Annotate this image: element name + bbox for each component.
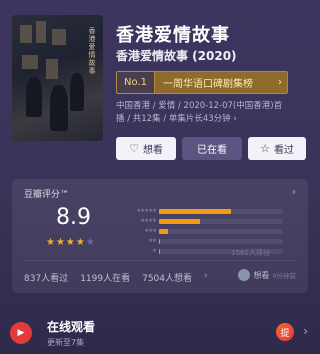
chevron-right-icon: ›: [278, 72, 287, 93]
divider: [24, 260, 296, 261]
rating-heading: 豆瓣评分™: [24, 190, 70, 200]
bar-fill: [159, 238, 161, 244]
bar-track: [159, 208, 283, 214]
rating-bar-row: ★★★: [124, 227, 283, 235]
watching-label: 已在看: [197, 145, 227, 156]
star-outline-icon: ☆: [260, 142, 270, 155]
watching-button[interactable]: 已在看: [182, 137, 242, 160]
want-to-watch-button[interactable]: ♡ 想看: [116, 137, 176, 160]
avatar: [238, 269, 251, 281]
heart-plus-icon: ♡: [129, 142, 139, 155]
rating-card[interactable]: 豆瓣评分™ › 8.9 ★★★★★ ★★★★★ ★★★★ ★★★ ★★ ★ 1561人评…: [12, 179, 308, 293]
bar-stars-label: ★★: [148, 238, 157, 244]
page-title: 香港爱情故事: [116, 25, 230, 46]
rank-number: No.1: [117, 72, 155, 93]
watched-count: 837人看过: [24, 274, 69, 284]
bar-stars-label: ★★★: [144, 228, 157, 234]
play-icon[interactable]: ▶: [10, 322, 32, 344]
friend-time: 9分钟前: [272, 272, 296, 280]
rating-stars: ★★★★★: [46, 237, 96, 248]
friend-action: 想看: [253, 270, 270, 280]
chevron-right-icon: ›: [204, 271, 208, 281]
rating-bar-row: ★★★★: [124, 217, 283, 225]
meta-line: 播 / 共12集 / 单集片长43分钟: [116, 114, 231, 124]
bar-stars-label: ★: [152, 248, 157, 254]
bar-stars-label: ★★★★★: [136, 208, 157, 214]
rating-count: 1561人评分: [231, 249, 270, 257]
bar-fill: [159, 218, 200, 224]
original-title: 香港爱情故事 (2020): [116, 49, 237, 63]
poster-title-text: 香港爱情故事: [88, 27, 96, 75]
rating-bar-row: ★★★★★: [124, 207, 283, 215]
friend-activity[interactable]: 想看 9分钟前: [238, 269, 296, 281]
audience-stats[interactable]: 837人看过 1199人在看 7504人想看 ›: [24, 271, 208, 284]
poster-image[interactable]: 香港爱情故事: [12, 15, 103, 141]
chevron-right-icon[interactable]: ›: [303, 324, 308, 338]
want-count: 7504人想看: [142, 274, 192, 284]
bar-track: [159, 238, 283, 244]
bar-stars-label: ★★★★: [140, 218, 157, 224]
watched-button[interactable]: ☆ 看过: [248, 137, 306, 160]
provider-logo-icon[interactable]: 提: [276, 323, 294, 341]
watching-count: 1199人在看: [80, 274, 131, 284]
rating-score: 8.9: [56, 205, 91, 230]
action-buttons: ♡ 想看 已在看 ☆ 看过: [116, 137, 306, 160]
chevron-right-icon[interactable]: ›: [292, 185, 296, 198]
ranking-badge[interactable]: No.1 一周华语口碑剧集榜 ›: [116, 71, 288, 94]
watched-label: 看过: [273, 145, 294, 156]
meta-info[interactable]: 中国香港 / 爱情 / 2020-12-07(中国香港)首 播 / 共12集 /…: [116, 100, 312, 126]
bar-track: [159, 218, 283, 224]
bar-fill: [159, 228, 168, 234]
bar-fill: [159, 208, 231, 214]
half-star-icon: ★: [85, 237, 96, 248]
bar-track: [159, 228, 283, 234]
online-watch-title[interactable]: 在线观看: [47, 318, 95, 335]
meta-line: 中国香港 / 爱情 / 2020-12-07(中国香港)首: [116, 101, 283, 111]
bar-fill: [159, 248, 161, 254]
rating-bar-row: ★★: [124, 237, 283, 245]
chevron-right-icon: ›: [233, 114, 237, 124]
want-label: 想看: [142, 145, 163, 156]
episode-update: 更新至7集: [47, 338, 85, 347]
star-icon: ★★★★: [46, 237, 86, 248]
rank-label: 一周华语口碑剧集榜: [154, 72, 278, 93]
